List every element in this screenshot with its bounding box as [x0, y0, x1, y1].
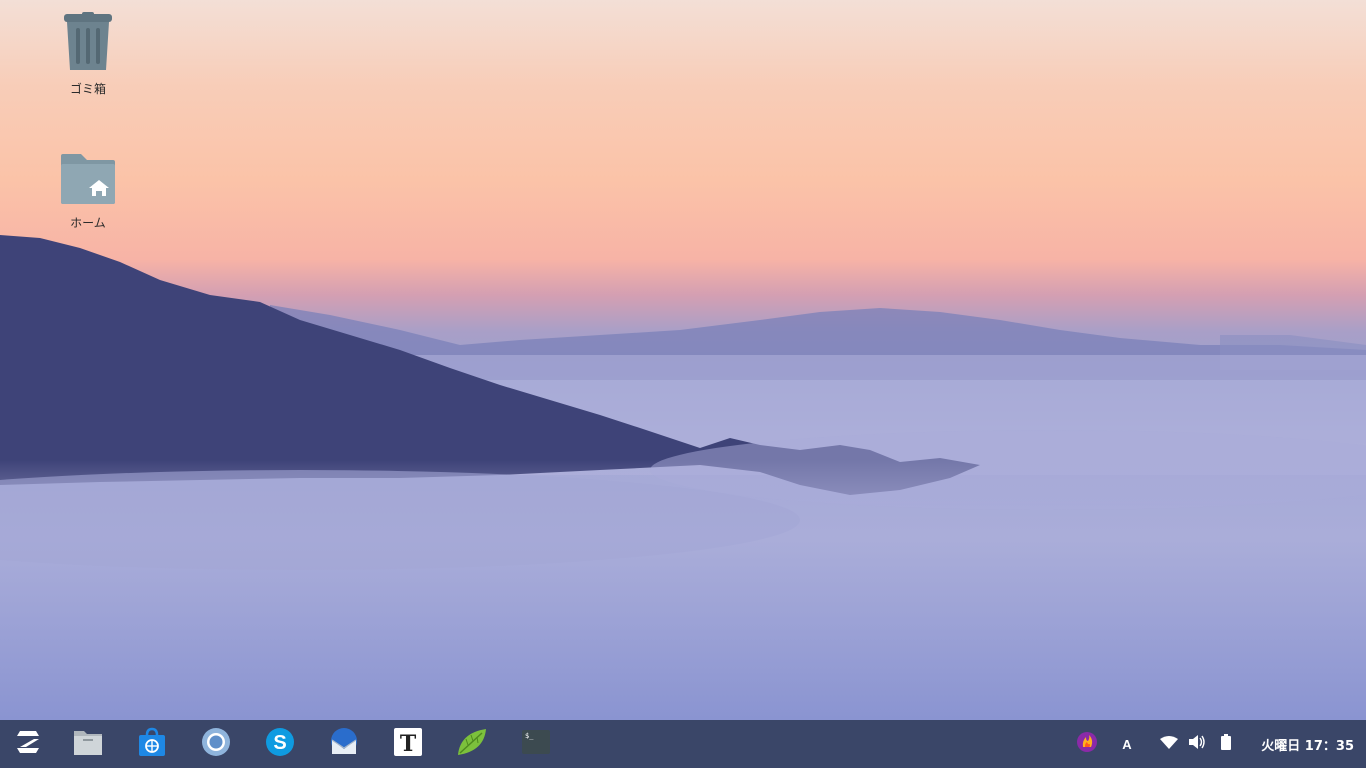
chromium-launcher[interactable]: [200, 728, 232, 760]
network-indicator[interactable]: [1158, 720, 1180, 768]
taskbar: S T $_ A 火曜日 17：35: [0, 720, 1366, 768]
volume-indicator[interactable]: [1186, 720, 1208, 768]
files-icon: [73, 728, 103, 760]
wallpaper: [0, 235, 1366, 720]
skype-launcher[interactable]: S: [264, 728, 296, 760]
typora-icon: T: [393, 727, 423, 761]
software-store-icon: [137, 727, 167, 761]
notes-launcher[interactable]: [456, 728, 488, 760]
terminal-launcher[interactable]: $_: [520, 728, 552, 760]
desktop-icon-home[interactable]: ホーム: [38, 152, 138, 231]
thunderbird-launcher[interactable]: [328, 728, 360, 760]
terminal-icon: $_: [521, 729, 551, 759]
software-launcher[interactable]: [136, 727, 168, 761]
desktop[interactable]: ゴミ箱 ホーム: [0, 0, 1366, 720]
leaf-editor-icon: [456, 727, 488, 761]
zorin-menu-button[interactable]: [12, 728, 44, 760]
flame-icon: [1076, 731, 1098, 757]
ime-label: A: [1122, 736, 1132, 752]
trash-icon: [38, 12, 138, 76]
files-launcher[interactable]: [72, 728, 104, 760]
trash-label: ゴミ箱: [69, 82, 106, 96]
typora-launcher[interactable]: T: [392, 728, 424, 760]
zorin-logo-icon: [14, 729, 42, 759]
skype-icon: S: [265, 727, 295, 761]
volume-icon: [1188, 734, 1206, 754]
clock[interactable]: 火曜日 17：35: [1261, 720, 1354, 768]
svg-text:T: T: [400, 731, 417, 757]
home-label: ホーム: [70, 216, 106, 230]
battery-indicator[interactable]: [1216, 720, 1236, 768]
battery-icon: [1221, 734, 1231, 754]
home-folder-icon: [38, 152, 138, 210]
chromium-icon: [201, 727, 231, 761]
wifi-icon: [1160, 735, 1178, 754]
svg-text:$_: $_: [525, 732, 534, 740]
desktop-icon-trash[interactable]: ゴミ箱: [38, 12, 138, 97]
app-indicator[interactable]: [1074, 720, 1100, 768]
svg-text:S: S: [273, 732, 286, 754]
thunderbird-icon: [328, 727, 360, 761]
input-method-indicator[interactable]: A: [1116, 720, 1138, 768]
